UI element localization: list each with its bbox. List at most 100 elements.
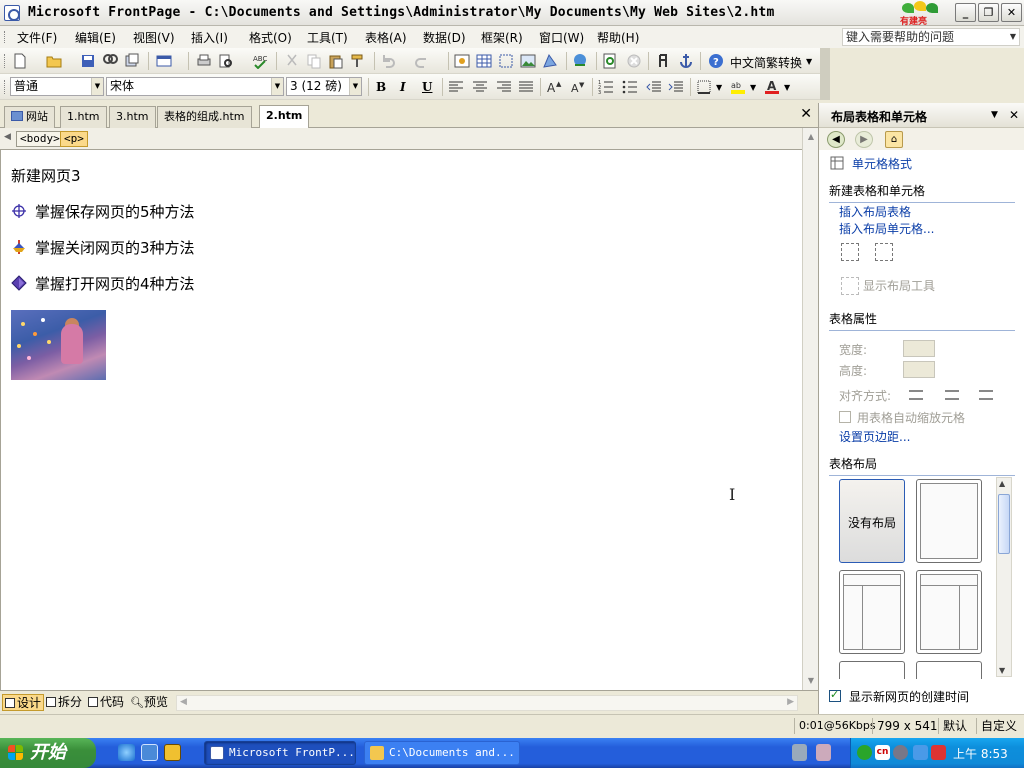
- justify-icon[interactable]: [518, 79, 534, 95]
- help-icon[interactable]: ?: [708, 53, 724, 69]
- layout-none[interactable]: 没有布局: [839, 479, 905, 563]
- align-left-icon[interactable]: [909, 390, 923, 400]
- undo-icon[interactable]: [380, 53, 396, 69]
- menu-insert[interactable]: 插入(I): [191, 29, 228, 46]
- custom-mode[interactable]: 自定义: [976, 718, 1024, 734]
- tab-table-structure[interactable]: 表格的组成.htm: [157, 106, 252, 128]
- chevron-down-icon[interactable]: ▼: [991, 110, 998, 120]
- draw-layout-cell-icon[interactable]: [875, 243, 893, 261]
- page-heading[interactable]: 新建网页3: [11, 165, 81, 186]
- autoscale-checkbox[interactable]: [839, 411, 851, 423]
- layout-two-column-right[interactable]: [916, 570, 982, 654]
- design-view-editor[interactable]: 新建网页3 掌握保存网页的5种方法 掌握关闭网页的3种方法 掌握打开网页的4种方…: [0, 150, 802, 690]
- toolbar-options[interactable]: [820, 74, 830, 100]
- tab-1-htm[interactable]: 1.htm: [60, 106, 107, 128]
- tab-2-htm[interactable]: 2.htm: [259, 105, 310, 129]
- bookmark-anchor-icon[interactable]: [678, 53, 694, 69]
- insert-picture-icon[interactable]: [520, 53, 536, 69]
- print-preview-icon[interactable]: [218, 53, 234, 69]
- chevron-down-icon[interactable]: ▼: [716, 83, 722, 92]
- menu-file[interactable]: 文件(F): [17, 29, 57, 46]
- chevron-down-icon[interactable]: ▼: [750, 83, 756, 92]
- scroll-right-icon[interactable]: ▶: [787, 697, 794, 707]
- insert-layer-icon[interactable]: [498, 53, 514, 69]
- layout-list-scrollbar[interactable]: ▲ ▼: [996, 477, 1012, 677]
- hyperlink-icon[interactable]: [572, 53, 588, 69]
- tab-split[interactable]: 拆分: [44, 694, 84, 711]
- drawing-icon[interactable]: [542, 53, 558, 69]
- highlight-icon[interactable]: ab: [730, 79, 746, 95]
- minimize-button[interactable]: _: [955, 3, 976, 22]
- increase-font-icon[interactable]: A ▲: [546, 79, 562, 95]
- toolbar-options[interactable]: [820, 48, 830, 74]
- tag-body[interactable]: <body>: [16, 131, 64, 147]
- underline-button[interactable]: U: [422, 80, 432, 94]
- list-item[interactable]: 掌握保存网页的5种方法: [11, 201, 195, 222]
- chevron-down-icon[interactable]: ▼: [1010, 29, 1016, 45]
- tab-preview[interactable]: 🔍︎预览: [128, 694, 170, 711]
- chinese-convert-button[interactable]: 中文简繁转换: [730, 54, 802, 71]
- chevron-down-icon[interactable]: ▼: [271, 78, 283, 95]
- bulleted-list-icon[interactable]: [622, 79, 638, 95]
- font-select[interactable]: 宋体 ▼: [106, 77, 284, 96]
- format-painter-icon[interactable]: [350, 53, 366, 69]
- numbered-list-icon[interactable]: 123: [598, 79, 614, 95]
- insert-table-icon[interactable]: [476, 53, 492, 69]
- scroll-left-icon[interactable]: ◀: [180, 697, 187, 707]
- menu-window[interactable]: 窗口(W): [539, 29, 584, 46]
- restore-button[interactable]: ❐: [978, 3, 999, 22]
- cut-icon[interactable]: [284, 53, 300, 69]
- web-component-icon[interactable]: [156, 53, 172, 69]
- menu-format[interactable]: 格式(O): [249, 29, 292, 46]
- save-icon[interactable]: [80, 53, 96, 69]
- tray-security-icon[interactable]: [931, 745, 946, 760]
- align-center-icon[interactable]: [472, 79, 488, 95]
- font-color-icon[interactable]: A: [764, 79, 780, 95]
- default-mode[interactable]: 默认: [938, 718, 972, 734]
- chevron-down-icon[interactable]: ▼: [349, 78, 361, 95]
- align-right-icon[interactable]: [979, 390, 993, 400]
- bold-button[interactable]: B: [376, 80, 386, 94]
- toolbar-grip[interactable]: [4, 54, 7, 68]
- refresh-icon[interactable]: [602, 53, 618, 69]
- scroll-down-icon[interactable]: ▼: [804, 674, 818, 688]
- chevron-left-icon[interactable]: ◀: [4, 132, 11, 142]
- insert-layout-table-link[interactable]: 插入布局表格: [839, 203, 911, 220]
- close-icon[interactable]: ✕: [1009, 108, 1019, 122]
- align-right-icon[interactable]: [496, 79, 512, 95]
- ime-cn-icon[interactable]: cn: [875, 745, 890, 760]
- cell-formatting-link[interactable]: 单元格格式: [852, 155, 912, 172]
- show-desktop-icon[interactable]: [141, 744, 158, 761]
- tab-3-htm[interactable]: 3.htm: [109, 106, 156, 128]
- chevron-down-icon[interactable]: ▼: [91, 78, 103, 95]
- close-button[interactable]: ✕: [1001, 3, 1022, 22]
- editor-horizontal-scrollbar[interactable]: ◀ ▶: [176, 695, 798, 711]
- print-icon[interactable]: [196, 53, 212, 69]
- menu-help[interactable]: 帮助(H): [597, 29, 639, 46]
- close-icon[interactable]: ✕: [800, 106, 812, 122]
- spelling-icon[interactable]: ABC: [252, 53, 268, 69]
- decrease-indent-icon[interactable]: [646, 79, 662, 95]
- menu-edit[interactable]: 编辑(E): [75, 29, 116, 46]
- layout-partial[interactable]: [916, 661, 982, 679]
- tray-network-icon[interactable]: [913, 745, 928, 760]
- frontpage-app-icon[interactable]: [4, 5, 20, 21]
- girl-photo-image[interactable]: [11, 310, 106, 380]
- home-icon[interactable]: ⌂: [885, 131, 903, 148]
- tab-website[interactable]: 网站: [4, 106, 55, 128]
- copy-icon[interactable]: [306, 53, 322, 69]
- forward-icon[interactable]: ▶: [855, 131, 873, 148]
- toolbar-grip[interactable]: [4, 80, 7, 94]
- quicklaunch-app-icon[interactable]: [164, 744, 181, 761]
- menu-table[interactable]: 表格(A): [365, 29, 407, 46]
- tray-sound-icon[interactable]: [893, 745, 908, 760]
- set-page-margins-link[interactable]: 设置页边距...: [839, 428, 910, 445]
- publish-icon[interactable]: [124, 53, 140, 69]
- editor-vertical-scrollbar[interactable]: ▲ ▼: [802, 128, 818, 690]
- search-icon[interactable]: [102, 53, 118, 69]
- draw-layout-table-icon[interactable]: [841, 243, 859, 261]
- tab-design[interactable]: 设计: [2, 694, 45, 711]
- taskbar-explorer[interactable]: C:\Documents and...: [364, 741, 520, 765]
- show-all-icon[interactable]: [656, 53, 672, 69]
- style-select[interactable]: 普通 ▼: [10, 77, 104, 96]
